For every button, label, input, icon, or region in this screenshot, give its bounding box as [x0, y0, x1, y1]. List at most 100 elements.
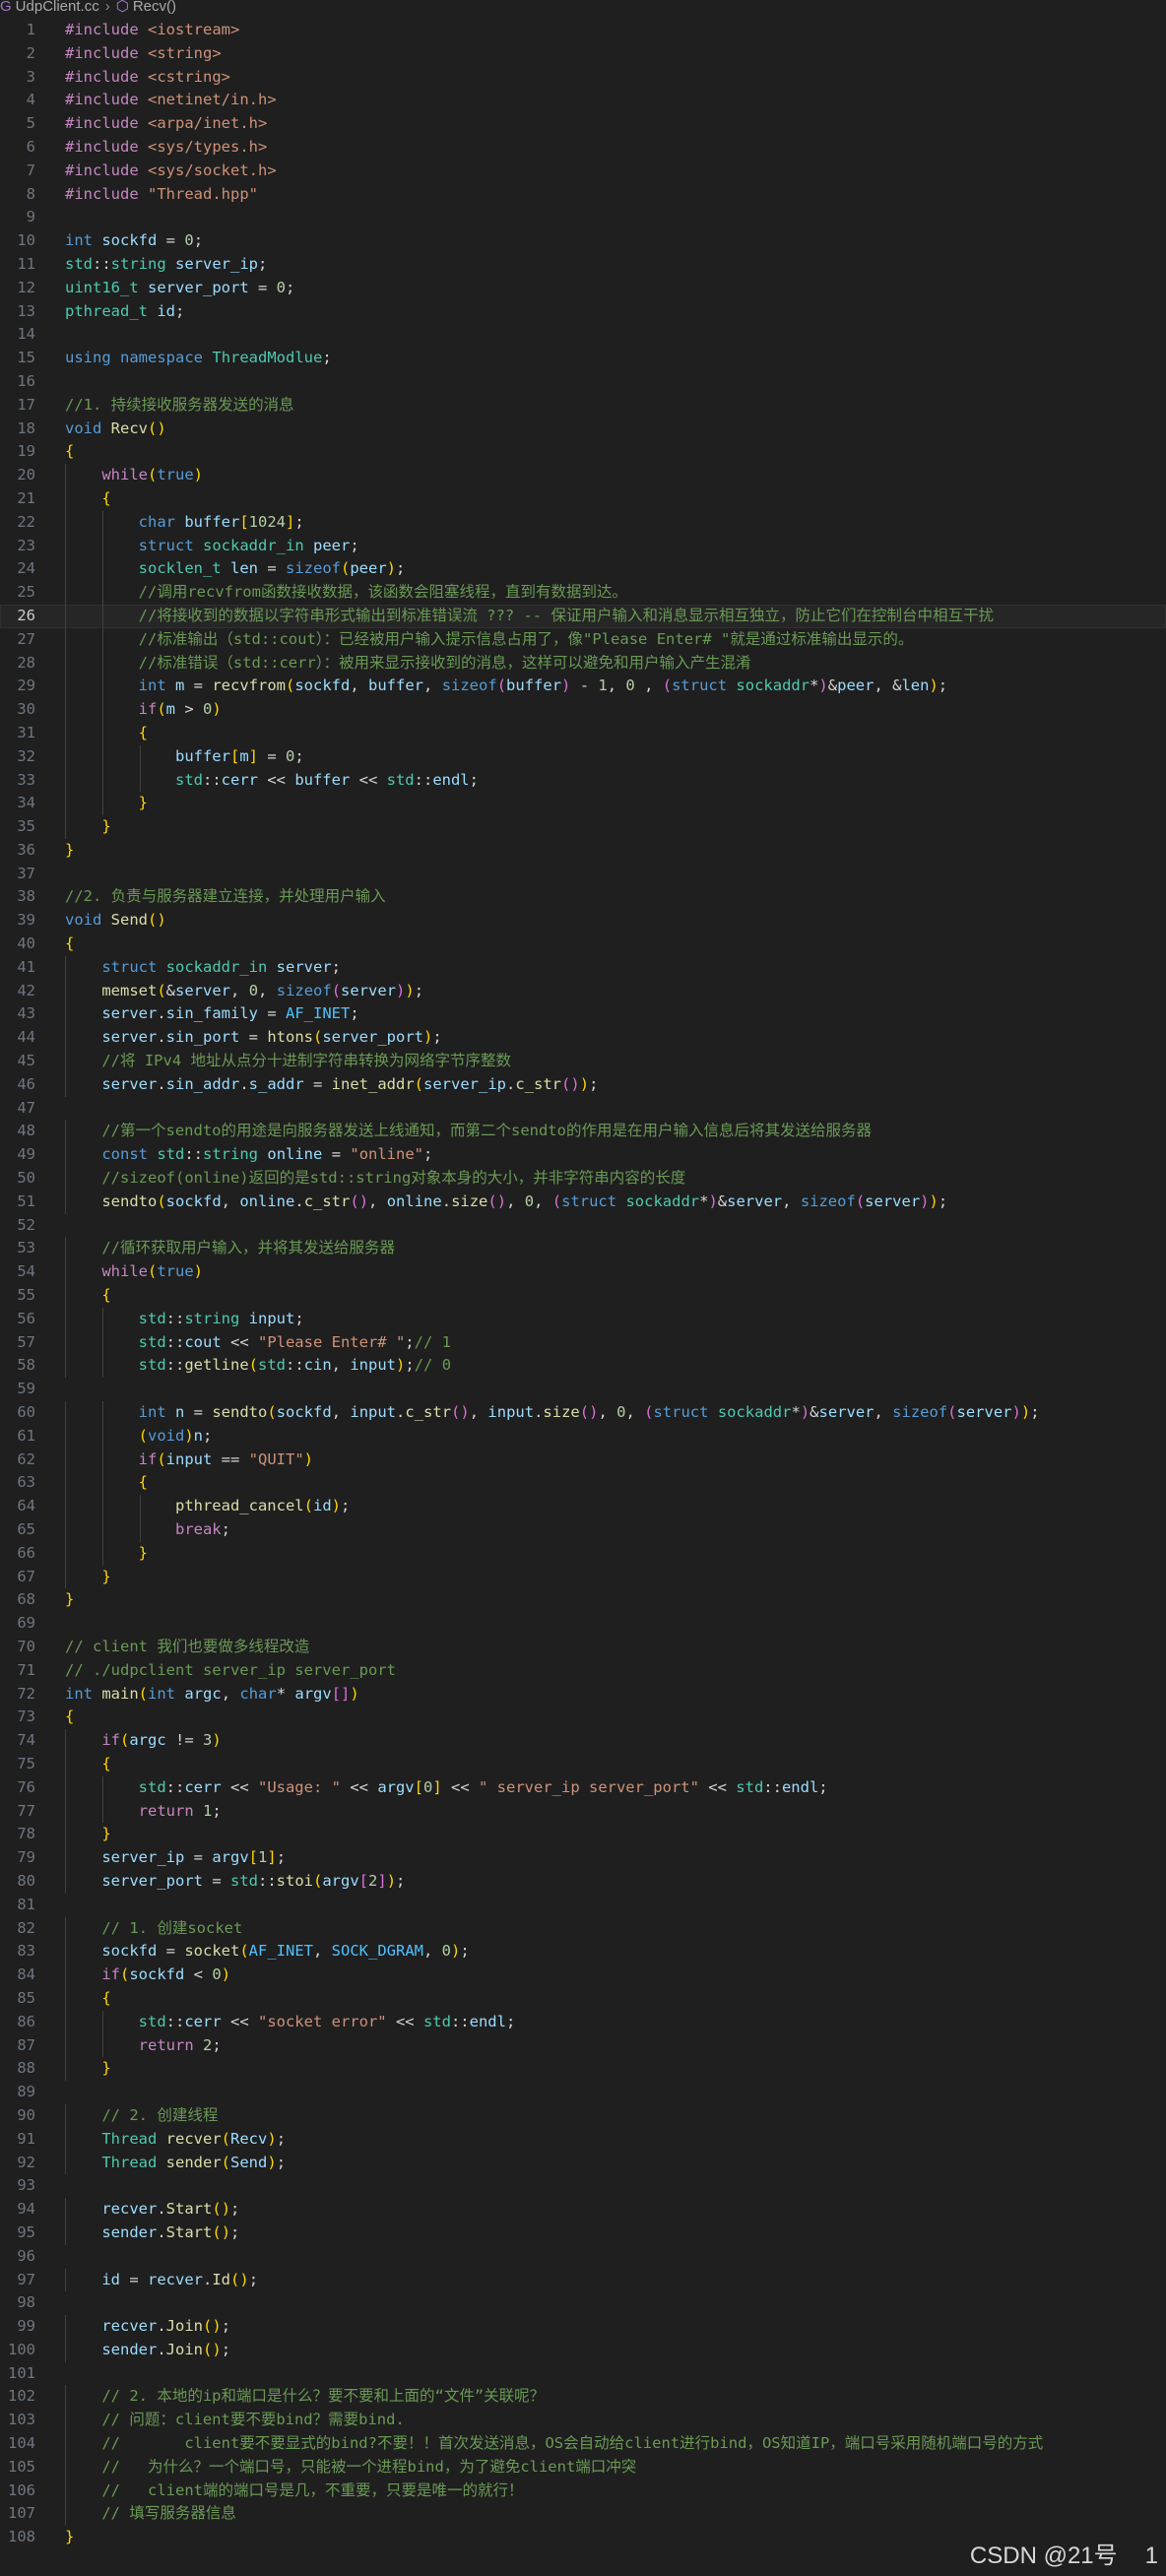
code-line[interactable]: 28 //标准错误（std::cerr）：被用来显示接收到的消息，这样可以避免和… [0, 651, 1166, 676]
code-line[interactable]: 82 // 1. 创建socket [0, 1916, 1166, 1941]
code-line[interactable]: 106 // client端的端口号是几，不重要，只要是唯一的就行！ [0, 2479, 1166, 2503]
code-line[interactable]: 48 //第一个sendto的用途是向服务器发送上线通知，而第二个sendto的… [0, 1120, 1166, 1144]
code-line[interactable]: 21 { [0, 486, 1166, 511]
code-line[interactable]: 8 #include "Thread.hpp" [0, 183, 1166, 207]
code-line[interactable]: 105 // 为什么？一个端口号，只能被一个进程bind，为了避免client端… [0, 2455, 1166, 2479]
code-line[interactable]: 107 // 填写服务器信息 [0, 2502, 1166, 2527]
code-line[interactable]: 51 sendto(sockfd, online.c_str(), online… [0, 1190, 1166, 1214]
breadcrumb-file[interactable]: UdpClient.cc [16, 0, 99, 15]
code-line[interactable]: 11 std::string server_ip; [0, 253, 1166, 277]
code-line[interactable]: 38 //2. 负责与服务器建立连接，并处理用户输入 [0, 885, 1166, 909]
code-line[interactable]: 7 #include <sys/socket.h> [0, 160, 1166, 183]
code-line[interactable]: 12 uint16_t server_port = 0; [0, 277, 1166, 300]
code-line[interactable]: 69 [0, 1612, 1166, 1636]
code-line[interactable]: 13 pthread_t id; [0, 300, 1166, 324]
code-line[interactable]: 41 struct sockaddr_in server; [0, 955, 1166, 980]
code-line[interactable]: 9 [0, 206, 1166, 229]
code-line[interactable]: 36} [0, 839, 1166, 863]
code-line[interactable]: 15 using namespace ThreadModlue; [0, 347, 1166, 370]
code-line[interactable]: 50 //sizeof(online)返回的是std::string对象本身的大… [0, 1167, 1166, 1191]
code-line[interactable]: 35 } [0, 815, 1166, 839]
code-line[interactable]: 54 while(true) [0, 1260, 1166, 1285]
code-line[interactable]: 104 // client要不要显式的bind?不要！！首次发送消息，OS会自动… [0, 2432, 1166, 2456]
code-line[interactable]: 84 if(sockfd < 0) [0, 1964, 1166, 1987]
code-line[interactable]: 55 { [0, 1284, 1166, 1308]
code-line[interactable]: 93 [0, 2174, 1166, 2198]
code-line[interactable]: 10 int sockfd = 0; [0, 229, 1166, 253]
code-line[interactable]: 79 server_ip = argv[1]; [0, 1846, 1166, 1870]
code-line[interactable]: 97 id = recver.Id(); [0, 2268, 1166, 2292]
code-line[interactable]: 81 [0, 1894, 1166, 1917]
code-line[interactable]: 57 std::cout << "Please Enter# ";// 1 [0, 1330, 1166, 1355]
code-line[interactable]: 74 if(argc != 3) [0, 1729, 1166, 1753]
code-line[interactable]: 91 Thread recver(Recv); [0, 2127, 1166, 2152]
code-line[interactable]: 70 // client 我们也要做多线程改造 [0, 1636, 1166, 1659]
code-line[interactable]: 76 std::cerr << "Usage: " << argv[0] << … [0, 1775, 1166, 1800]
code-line[interactable]: 4 #include <netinet/in.h> [0, 89, 1166, 112]
code-line[interactable]: 27 //标准输出（std::cout）：已经被用户输入提示信息占用了，像"Pl… [0, 627, 1166, 652]
code-line[interactable]: 103 // 问题：client要不要bind？需要bind. [0, 2409, 1166, 2433]
code-line[interactable]: 99 recver.Join(); [0, 2315, 1166, 2339]
code-line[interactable]: 46 server.sin_addr.s_addr = inet_addr(se… [0, 1072, 1166, 1097]
code-line[interactable]: 65 break; [0, 1518, 1166, 1542]
code-line[interactable]: 32 buffer[m] = 0; [0, 744, 1166, 769]
code-line[interactable]: 87 return 2; [0, 2033, 1166, 2058]
code-line[interactable]: 24 socklen_t len = sizeof(peer); [0, 557, 1166, 582]
code-line[interactable]: 102 // 2. 本地的ip和端口是什么？要不要和上面的“文件”关联呢？ [0, 2385, 1166, 2410]
code-line[interactable]: 101 [0, 2362, 1166, 2386]
code-line[interactable]: 71 // ./udpclient server_ip server_port [0, 1659, 1166, 1683]
code-line[interactable]: 20 while(true) [0, 464, 1166, 487]
code-line[interactable]: 95 sender.Start(); [0, 2221, 1166, 2245]
code-line[interactable]: 94 recver.Start(); [0, 2198, 1166, 2222]
code-line[interactable]: 1 #include <iostream> [0, 19, 1166, 42]
code-line[interactable]: 16 [0, 370, 1166, 394]
code-line[interactable]: 68} [0, 1588, 1166, 1612]
code-line[interactable]: 14 [0, 323, 1166, 347]
code-line[interactable]: 59 [0, 1378, 1166, 1401]
code-line[interactable]: 67 } [0, 1565, 1166, 1589]
code-line[interactable]: 44 server.sin_port = htons(server_port); [0, 1026, 1166, 1051]
code-line[interactable]: 3 #include <cstring> [0, 66, 1166, 90]
code-line[interactable]: 60 int n = sendto(sockfd, input.c_str(),… [0, 1401, 1166, 1425]
code-line[interactable]: 73 { [0, 1706, 1166, 1729]
code-line[interactable]: 88 } [0, 2057, 1166, 2082]
code-line[interactable]: 62 if(input == "QUIT") [0, 1448, 1166, 1472]
code-line[interactable]: 83 sockfd = socket(AF_INET, SOCK_DGRAM, … [0, 1940, 1166, 1964]
code-line[interactable]: 34 } [0, 792, 1166, 816]
code-line[interactable]: 25 //调用recvfrom函数接收数据，该函数会阻塞线程，直到有数据到达。 [0, 581, 1166, 605]
breadcrumb-symbol[interactable]: Recv() [133, 0, 176, 15]
code-line[interactable]: 42 memset(&server, 0, sizeof(server)); [0, 979, 1166, 1003]
code-line[interactable]: 45 //将 IPv4 地址从点分十进制字符串转换为网络字节序整数 [0, 1050, 1166, 1073]
code-line[interactable]: 77 return 1; [0, 1799, 1166, 1824]
code-line[interactable]: 52 [0, 1214, 1166, 1238]
code-line[interactable]: 49 const std::string online = "online"; [0, 1143, 1166, 1168]
code-editor[interactable]: 1 #include <iostream> 2 #include <string> 3 #… [0, 19, 1166, 2549]
code-line[interactable]: 2 #include <string> [0, 42, 1166, 66]
code-line[interactable]: 66 } [0, 1541, 1166, 1566]
code-line[interactable]: 40 { [0, 933, 1166, 956]
code-line[interactable]: 22 char buffer[1024]; [0, 510, 1166, 535]
code-line[interactable]: 31 { [0, 721, 1166, 745]
code-line[interactable]: 17 //1. 持续接收服务器发送的消息 [0, 394, 1166, 418]
code-line[interactable]: 30 if(m > 0) [0, 698, 1166, 722]
code-line[interactable]: 29 int m = recvfrom(sockfd, buffer, size… [0, 675, 1166, 699]
code-line[interactable]: 18 void Recv() [0, 418, 1166, 441]
code-line[interactable]: 72 int main(int argc, char* argv[]) [0, 1683, 1166, 1707]
code-line[interactable]: 63 { [0, 1471, 1166, 1496]
code-line[interactable]: 53 //循环获取用户输入，并将其发送给服务器 [0, 1237, 1166, 1261]
code-line[interactable]: 80 server_port = std::stoi(argv[2]); [0, 1869, 1166, 1894]
code-line[interactable]: 85 { [0, 1986, 1166, 2011]
code-line[interactable]: 43 server.sin_family = AF_INET; [0, 1002, 1166, 1027]
code-line[interactable]: 39 void Send() [0, 909, 1166, 933]
code-line[interactable]: 56 std::string input; [0, 1307, 1166, 1331]
code-line[interactable]: 75 { [0, 1752, 1166, 1776]
code-line[interactable]: 98 [0, 2291, 1166, 2315]
code-line[interactable]: 6 #include <sys/types.h> [0, 136, 1166, 160]
code-line[interactable]: 90 // 2. 创建线程 [0, 2103, 1166, 2128]
code-line[interactable]: 100 sender.Join(); [0, 2338, 1166, 2362]
code-line[interactable]: 19 { [0, 440, 1166, 464]
code-line[interactable]: 47 [0, 1097, 1166, 1121]
code-line[interactable]: 78 } [0, 1823, 1166, 1847]
code-line[interactable]: 33 std::cerr << buffer << std::endl; [0, 768, 1166, 793]
code-line[interactable]: 61 (void)n; [0, 1424, 1166, 1449]
